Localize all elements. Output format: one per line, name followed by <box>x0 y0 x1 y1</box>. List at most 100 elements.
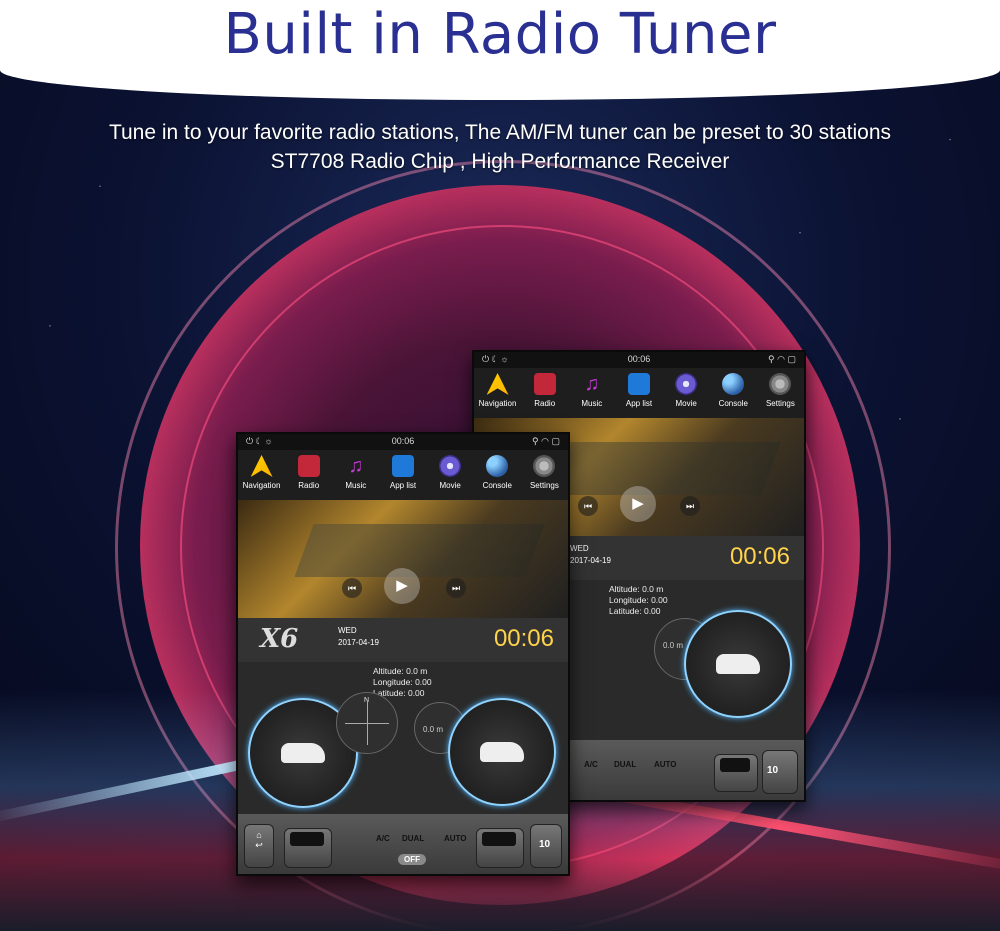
temp-right-display <box>482 832 516 846</box>
volume-button[interactable]: 10 <box>530 824 562 868</box>
app-music[interactable]: ♫ Music <box>569 368 615 418</box>
status-bar: ⏻ ☾ ☼ 00:06 ⚲ ◠ ▢ <box>238 434 568 450</box>
altitude-dial-value: 0.0 m <box>423 725 444 734</box>
app-label: Movie <box>675 399 697 408</box>
app-label: Music <box>581 399 603 408</box>
app-label: Settings <box>765 399 795 408</box>
altitude-readout: Altitude: 0.0 m <box>609 584 664 594</box>
head-unit-front: ⏻ ☾ ☼ 00:06 ⚲ ◠ ▢ Navigation Radio ♫ Musi… <box>236 432 570 876</box>
music-icon: ♫ <box>584 373 600 395</box>
climate-bar: ⌂ ↩ A/C DUAL AUTO OFF 10 <box>238 814 568 874</box>
app-label: Radio <box>534 399 556 408</box>
status-time: 00:06 <box>627 354 651 364</box>
home-icon: ⌂ <box>256 830 262 840</box>
settings-icon <box>769 373 792 395</box>
app-settings[interactable]: Settings <box>521 450 567 500</box>
app-list-icon <box>391 455 414 477</box>
app-movie[interactable]: Movie <box>427 450 473 500</box>
altitude-readout: Altitude: 0.0 m <box>373 666 428 676</box>
app-label: Settings <box>529 481 559 490</box>
app-label: Console <box>482 481 512 490</box>
volume-button[interactable]: 10 <box>762 750 798 794</box>
suv-icon <box>480 742 524 762</box>
app-settings[interactable]: Settings <box>757 368 803 418</box>
status-time: 00:06 <box>391 436 415 446</box>
app-movie[interactable]: Movie <box>663 368 709 418</box>
status-bar: ⏻ ☾ ☼ 00:06 ⚲ ◠ ▢ <box>474 352 804 368</box>
app-label: Music <box>345 481 367 490</box>
gps-readouts: Altitude: 0.0 m Longitude: 0.00 Latitude… <box>373 666 432 699</box>
date-time-bar: X6 WED 2017-04-19 00:06 <box>238 618 568 662</box>
back-icon: ↩ <box>255 840 263 850</box>
intro-line-1: Tune in to your favorite radio stations,… <box>108 121 892 144</box>
navigation-icon <box>250 455 273 477</box>
app-console[interactable]: Console <box>710 368 756 418</box>
app-label: Console <box>718 399 748 408</box>
play-button[interactable]: ▶ <box>384 568 420 604</box>
app-console[interactable]: Console <box>474 450 520 500</box>
car-icon <box>716 654 760 674</box>
radio-icon <box>297 455 320 477</box>
usb-wifi-window-icons: ⚲ ◠ ▢ <box>768 354 796 364</box>
music-icon: ♫ <box>348 455 364 477</box>
app-radio[interactable]: Radio <box>522 368 568 418</box>
app-label: Navigation <box>242 481 281 490</box>
next-track-button[interactable]: ⏭ <box>446 578 466 598</box>
media-artwork <box>294 523 545 577</box>
app-dock: Navigation Radio ♫ Music App list Movie C… <box>474 368 804 418</box>
app-radio[interactable]: Radio <box>286 450 332 500</box>
longitude-readout: Longitude: 0.00 <box>609 595 668 605</box>
x6-logo: X6 <box>260 624 299 654</box>
sedan-icon <box>281 743 325 763</box>
gps-dashboard: Altitude: 0.0 m Longitude: 0.00 Latitude… <box>238 662 568 814</box>
clock: 00:06 <box>729 543 790 570</box>
compass-dial: N <box>336 692 398 754</box>
gps-readouts: Altitude: 0.0 m Longitude: 0.00 Latitude… <box>609 584 668 617</box>
weekday: WED <box>338 626 357 635</box>
settings-icon <box>533 455 556 477</box>
app-list-icon <box>627 373 650 395</box>
date: 2017-04-19 <box>338 638 379 647</box>
app-navigation[interactable]: Navigation <box>239 450 285 500</box>
longitude-readout: Longitude: 0.00 <box>373 677 432 687</box>
clock: 00:06 <box>493 625 554 652</box>
auto-label[interactable]: AUTO <box>654 760 677 769</box>
auto-label[interactable]: AUTO <box>444 834 467 843</box>
app-label: Navigation <box>478 399 517 408</box>
temp-left-display <box>290 832 324 846</box>
app-label: App list <box>625 399 653 408</box>
usb-wifi-window-icons: ⚲ ◠ ▢ <box>532 436 560 446</box>
volume-value: 10 <box>539 839 551 850</box>
weekday: WED <box>570 544 589 553</box>
volume-value: 10 <box>767 765 779 776</box>
console-icon <box>486 455 509 477</box>
app-music[interactable]: ♫ Music <box>333 450 379 500</box>
car-gauge <box>684 610 792 718</box>
home-back-buttons[interactable]: ⌂ ↩ <box>244 824 274 868</box>
app-dock: Navigation Radio ♫ Music App list Movie C… <box>238 450 568 500</box>
app-label: App list <box>389 481 417 490</box>
app-label: Radio <box>298 481 320 490</box>
movie-icon <box>439 455 462 477</box>
play-button[interactable]: ▶ <box>620 486 656 522</box>
next-track-button[interactable]: ⏭ <box>680 496 700 516</box>
prev-track-button[interactable]: ⏮ <box>342 578 362 598</box>
navigation-icon <box>486 373 509 395</box>
altitude-dial-value: 0.0 m <box>663 641 684 650</box>
movie-icon <box>675 373 698 395</box>
app-app-list[interactable]: App list <box>380 450 426 500</box>
app-navigation[interactable]: Navigation <box>475 368 521 418</box>
dual-label[interactable]: DUAL <box>614 760 636 769</box>
page-title: Built in Radio Tuner <box>223 2 777 67</box>
ac-label[interactable]: A/C <box>376 834 390 843</box>
radio-icon <box>533 373 556 395</box>
app-app-list[interactable]: App list <box>616 368 662 418</box>
dual-label[interactable]: DUAL <box>402 834 424 843</box>
ac-label[interactable]: A/C <box>584 760 598 769</box>
latitude-readout: Latitude: 0.00 <box>609 606 661 616</box>
car-gauge-right <box>448 698 556 806</box>
prev-track-button[interactable]: ⏮ <box>578 496 598 516</box>
media-player: ⏮ ▶ ⏭ <box>238 500 568 618</box>
off-button[interactable]: OFF <box>398 854 426 865</box>
date: 2017-04-19 <box>570 556 611 565</box>
